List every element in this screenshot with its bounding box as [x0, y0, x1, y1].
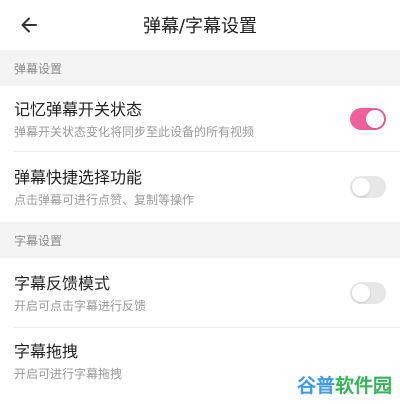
setting-title: 字幕拖拽 [14, 341, 79, 361]
toggle-knob [366, 110, 384, 128]
remember-danmaku-toggle[interactable] [350, 108, 386, 130]
page-title: 弹幕/字幕设置 [142, 16, 258, 37]
setting-title: 弹幕快捷选择功能 [14, 167, 143, 187]
setting-description: 弹幕开关状态变化将同步至此设备的所有视频 [14, 124, 255, 139]
watermark-text-part2: 软件园 [334, 375, 392, 397]
setting-row-danmaku-quick-select: 弹幕快捷选择功能 点击弹幕可进行点赞、复制等操作 [0, 152, 400, 222]
setting-row-remember-danmaku: 记忆弹幕开关状态 弹幕开关状态变化将同步至此设备的所有视频 [0, 86, 400, 152]
watermark-text-part1: 谷普 [296, 375, 335, 397]
setting-title: 记忆弹幕开关状态 [14, 99, 143, 119]
top-bar: 弹幕/字幕设置 [0, 0, 400, 50]
subtitle-feedback-toggle[interactable] [350, 282, 386, 304]
back-button[interactable] [14, 10, 44, 40]
section-header-danmaku: 弹幕设置 [0, 50, 400, 86]
watermark-logo: 谷普 软件园 [297, 371, 392, 398]
danmaku-quick-select-toggle[interactable] [350, 176, 386, 198]
arrow-left-icon [21, 17, 37, 33]
setting-description: 开启可点击字幕进行反馈 [14, 298, 147, 313]
setting-title: 字幕反馈模式 [14, 273, 111, 293]
toggle-knob [352, 178, 370, 196]
setting-row-subtitle-feedback: 字幕反馈模式 开启可点击字幕进行反馈 [0, 258, 400, 328]
toggle-knob [352, 284, 370, 302]
section-header-subtitle: 字幕设置 [0, 222, 400, 258]
setting-description: 点击弹幕可进行点赞、复制等操作 [14, 192, 195, 207]
